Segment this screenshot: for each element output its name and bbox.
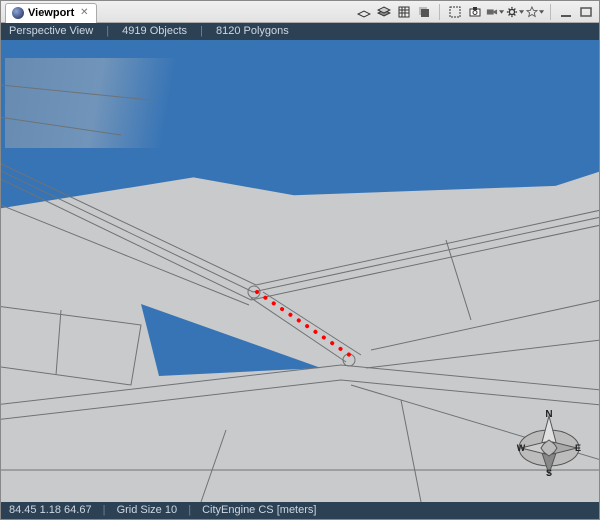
grid-size-label: Grid Size <box>117 504 162 516</box>
status-separator: | <box>188 504 191 516</box>
shadows-icon[interactable] <box>415 3 433 21</box>
viewport-status-bar: 84.45 1.18 64.67 | Grid Size 10 | CityEn… <box>1 502 599 519</box>
isolate-icon[interactable] <box>446 3 464 21</box>
info-separator: | <box>106 25 109 37</box>
gear-icon[interactable] <box>506 3 524 21</box>
viewport-3d[interactable]: N E S W <box>1 40 599 502</box>
favorite-icon[interactable] <box>526 3 544 21</box>
polygons-label: Polygons <box>244 25 289 37</box>
shaded-icon[interactable] <box>375 3 393 21</box>
toolbar-separator <box>439 4 440 20</box>
textured-icon[interactable] <box>395 3 413 21</box>
polygons-count: 8120 <box>216 25 240 37</box>
camera-icon[interactable] <box>486 3 504 21</box>
coord-system-label: CityEngine CS <box>202 504 274 516</box>
minimize-icon[interactable] <box>557 3 575 21</box>
toolbar-separator <box>550 4 551 20</box>
status-separator: | <box>103 504 106 516</box>
units-label: [meters] <box>277 504 317 516</box>
tab-bar: Viewport ✕ <box>1 1 599 23</box>
coords-readout: 84.45 1.18 64.67 <box>9 504 92 516</box>
grid-size-value: 10 <box>165 504 177 516</box>
eclipse-icon <box>12 7 24 19</box>
snapshot-icon[interactable] <box>466 3 484 21</box>
objects-count: 4919 <box>122 25 146 37</box>
close-icon[interactable]: ✕ <box>78 7 90 19</box>
viewport-info-bar: Perspective View | 4919 Objects | 8120 P… <box>1 23 599 40</box>
maximize-icon[interactable] <box>577 3 595 21</box>
tab-title: Viewport <box>28 7 74 19</box>
objects-label: Objects <box>150 25 187 37</box>
viewport-toolbar <box>355 3 595 21</box>
info-separator: | <box>200 25 203 37</box>
viewport-tab[interactable]: Viewport ✕ <box>5 3 97 23</box>
view-mode-label: Perspective View <box>9 25 93 37</box>
wireframe-icon[interactable] <box>355 3 373 21</box>
